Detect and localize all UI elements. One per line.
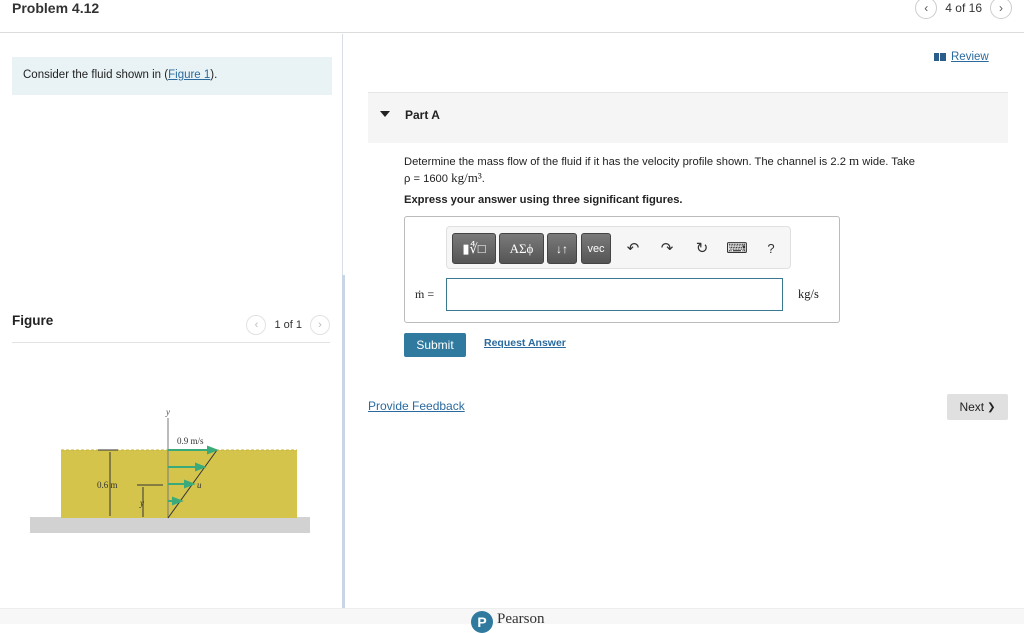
reset-icon: ↻	[695, 240, 709, 257]
answer-label: ṁ =	[415, 287, 435, 301]
problem-title: Problem 4.12	[12, 0, 100, 16]
next-label: Next	[959, 400, 985, 414]
math-toolbar: ▮∜□ ΑΣϕ ↓↑ vec ↶ ↷ ↻ ⌨ ?	[446, 226, 791, 269]
chevron-right-icon: ›	[999, 1, 1003, 15]
rho-suffix: .	[481, 173, 485, 185]
provide-feedback-link[interactable]: Provide Feedback	[368, 399, 465, 413]
figure-link[interactable]: Figure 1	[168, 69, 210, 81]
part-a-header[interactable]: Part A	[368, 92, 1008, 143]
ground	[30, 517, 310, 533]
question-text: Determine the mass flow of the fluid if …	[404, 153, 964, 187]
chevron-left-icon: ‹	[254, 319, 259, 331]
templates-icon: ▮∜□	[462, 240, 486, 256]
book-icon	[934, 53, 946, 61]
figure-header: Figure ‹ 1 of 1 ›	[12, 313, 330, 343]
chevron-left-icon: ‹	[924, 1, 929, 15]
velocity-profile-figure: y 0.9 m/s u 0.6 m y	[30, 407, 310, 533]
figure-counter: 1 of 1	[274, 319, 302, 331]
instruction: Express your answer using three signific…	[404, 194, 683, 206]
redo-icon: ↷	[660, 240, 674, 257]
question-body: Determine the mass flow of the fluid if …	[404, 156, 846, 168]
answer-units: kg/s	[798, 287, 819, 301]
footer: P Pearson	[0, 608, 1024, 633]
pearson-logo-icon: P	[471, 611, 493, 633]
depth-label: 0.6 m	[97, 480, 118, 490]
redo-button[interactable]: ↷	[656, 237, 678, 259]
figure-pager: ‹ 1 of 1 ›	[246, 315, 330, 335]
problem-pager: ‹ 4 of 16 ›	[915, 0, 1012, 19]
next-button[interactable]: Next ❯	[947, 394, 1008, 420]
next-problem-button[interactable]: ›	[990, 0, 1012, 19]
rho-unit: kg/m³	[451, 170, 482, 185]
chevron-right-icon: ❯	[987, 401, 996, 413]
problem-counter: 4 of 16	[945, 1, 982, 15]
pearson-brand: P Pearson	[471, 611, 545, 633]
vec-icon: vec	[587, 242, 605, 255]
prev-problem-button[interactable]: ‹	[915, 0, 938, 19]
review-link[interactable]: Review	[934, 51, 989, 63]
intro-suffix: ).	[210, 69, 218, 81]
top-bar: Problem 4.12 ‹ 4 of 16 ›	[0, 0, 1024, 33]
arrows-icon: ↓↑	[556, 241, 568, 256]
greek-button[interactable]: ΑΣϕ	[499, 233, 544, 264]
vector-button[interactable]: vec	[581, 233, 611, 264]
keyboard-button[interactable]: ⌨	[726, 237, 748, 259]
chevron-right-icon: ›	[318, 319, 322, 331]
y-axis-label: y	[165, 407, 170, 417]
answer-input[interactable]	[446, 278, 783, 311]
help-icon: ?	[767, 240, 775, 256]
figure-title: Figure	[12, 313, 54, 328]
templates-button[interactable]: ▮∜□	[452, 233, 496, 264]
reset-button[interactable]: ↻	[691, 237, 713, 259]
next-figure-button[interactable]: ›	[310, 315, 330, 335]
answer-box: ▮∜□ ΑΣϕ ↓↑ vec ↶ ↷ ↻ ⌨ ? ṁ = kg/s	[404, 216, 840, 323]
keyboard-icon: ⌨	[726, 240, 748, 257]
intro-box: Consider the fluid shown in (Figure 1).	[12, 57, 332, 95]
y-var-label: y	[139, 498, 144, 508]
pearson-name: Pearson	[497, 611, 545, 627]
u-label: u	[197, 480, 202, 490]
greek-icon: ΑΣϕ	[509, 240, 534, 256]
help-button[interactable]: ?	[760, 237, 782, 259]
request-answer-link[interactable]: Request Answer	[484, 337, 566, 349]
undo-icon: ↶	[626, 240, 640, 257]
undo-button[interactable]: ↶	[622, 237, 644, 259]
arrows-button[interactable]: ↓↑	[547, 233, 577, 264]
part-label: Part A	[405, 108, 440, 122]
prev-figure-button[interactable]: ‹	[246, 315, 267, 335]
submit-button[interactable]: Submit	[404, 333, 466, 357]
collapse-triangle-icon[interactable]	[380, 111, 390, 117]
review-label[interactable]: Review	[951, 51, 989, 63]
left-pane-scrollbar[interactable]	[342, 275, 345, 608]
velocity-label: 0.9 m/s	[177, 436, 204, 446]
intro-text: Consider the fluid shown in (	[23, 69, 169, 81]
width-unit: m	[849, 153, 860, 168]
question-tail: wide. Take	[862, 156, 915, 168]
rho-value: ρ = 1600	[404, 173, 449, 185]
